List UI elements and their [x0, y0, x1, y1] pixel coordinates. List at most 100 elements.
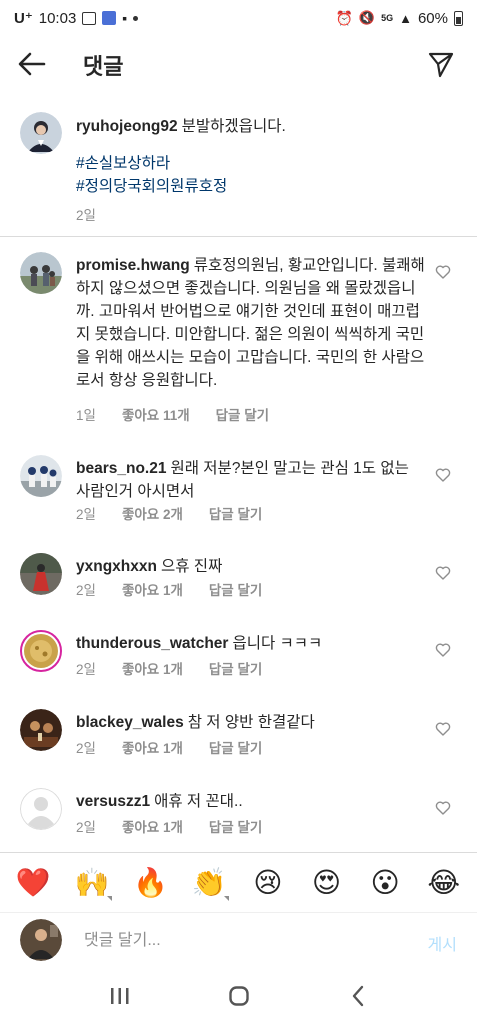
comment-body: bears_no.21 원래 저분?본인 말고는 관심 1도 없는 사람인거 아시…: [76, 457, 426, 503]
comment-time: 2일: [76, 507, 96, 522]
comment-body: thunderous_watcher 읍니다 ㅋㅋㅋ: [76, 632, 426, 655]
comment-username[interactable]: blackey_wales: [76, 714, 184, 731]
mute-icon: 🔇: [358, 10, 376, 25]
avatar[interactable]: [20, 252, 62, 294]
reply-button[interactable]: 답글 달기: [209, 737, 262, 757]
comment-username[interactable]: yxngxhxxn: [76, 558, 157, 575]
avatar[interactable]: [20, 630, 62, 672]
like-button[interactable]: [435, 721, 451, 737]
comment-meta: 2일 좋아요 1개 답글 달기: [76, 658, 262, 678]
comment-input[interactable]: [84, 929, 384, 953]
comment-username[interactable]: bears_no.21: [76, 460, 166, 477]
share-button[interactable]: [427, 50, 455, 78]
avatar[interactable]: [20, 788, 62, 830]
profile-photo-icon: [20, 112, 62, 154]
alarm-icon: ⏰: [335, 9, 353, 26]
like-button[interactable]: [435, 264, 451, 280]
post-button[interactable]: 게시: [428, 931, 457, 955]
comment-body: promise.hwang 류호정의원님, 황교안입니다. 불쾌해하지 않으셨으면…: [76, 254, 426, 392]
comment-time: 2일: [76, 662, 96, 677]
reply-button[interactable]: 답글 달기: [209, 658, 262, 678]
recent-apps-button[interactable]: [100, 976, 140, 1016]
back-nav-button[interactable]: [338, 976, 378, 1016]
comment-meta: 1일 좋아요 11개 답글 달기: [76, 404, 269, 424]
comment-time: 2일: [76, 820, 96, 835]
comment-likes[interactable]: 좋아요 2개: [122, 503, 183, 523]
like-button[interactable]: [435, 565, 451, 581]
comment-time: 1일: [76, 408, 96, 423]
crying-face-emoji-button[interactable]: 😢: [248, 863, 288, 903]
app-notification-icon: [102, 11, 117, 25]
comment-text: 류호정의원님, 황교안입니다. 불쾌해하지 않으셨으면 좋겠습니다. 의원님을 …: [76, 257, 425, 389]
status-right: ⏰ 🔇 5G ▲ 60%: [335, 10, 463, 27]
divider: [0, 236, 477, 237]
heart-outline-icon: [435, 265, 451, 279]
comment-meta: 2일 좋아요 1개 답글 달기: [76, 579, 262, 599]
avatar[interactable]: [20, 709, 62, 751]
comment-time: 2일: [76, 741, 96, 756]
clapping-hands-emoji-button[interactable]: 👏: [189, 863, 230, 903]
profile-photo-icon: [20, 709, 62, 751]
reply-button[interactable]: 답글 달기: [216, 404, 269, 424]
heart-outline-icon: [435, 801, 451, 815]
avatar[interactable]: [20, 455, 62, 497]
clapping-hands-emoji: 👏: [191, 866, 227, 899]
heart-outline-icon: [435, 566, 451, 580]
skin-tone-indicator-icon: [224, 895, 230, 901]
heart-eyes-emoji-button[interactable]: 😍: [306, 863, 346, 903]
comment-likes[interactable]: 좋아요 1개: [122, 658, 183, 678]
hashtag-link[interactable]: #손실보상하라: [76, 152, 456, 175]
avatar[interactable]: [20, 553, 62, 595]
comment-likes[interactable]: 좋아요 1개: [122, 579, 183, 599]
comment-text: 읍니다 ㅋㅋㅋ: [232, 635, 323, 652]
carrier-label: U⁺: [14, 10, 33, 27]
comment-likes[interactable]: 좋아요 1개: [122, 816, 183, 836]
comment-body: versuszz1 애휴 저 꼰대..: [76, 790, 426, 813]
like-button[interactable]: [435, 800, 451, 816]
comment-likes[interactable]: 좋아요 1개: [122, 737, 183, 757]
gallery-icon: [82, 11, 97, 25]
profile-photo-icon: [20, 252, 62, 294]
hashtag-link[interactable]: #정의당국회의원류호정: [76, 175, 456, 198]
status-left: U⁺ 10:03 ▪: [14, 9, 139, 27]
comment-username[interactable]: versuszz1: [76, 793, 150, 810]
home-button[interactable]: [219, 976, 259, 1016]
comment-input-bar: 게시: [0, 912, 477, 968]
battery-icon: [454, 10, 463, 26]
arrow-left-icon: [18, 52, 46, 76]
message-icon: ▪: [122, 10, 128, 26]
surprised-face-emoji-button[interactable]: 😮: [365, 863, 405, 903]
profile-photo-icon: [20, 553, 62, 595]
comment-likes[interactable]: 좋아요 11개: [122, 404, 190, 424]
post-caption: ryuhojeong92 분발하겠읍니다. #손실보상하라 #정의당국회의원류호정…: [0, 108, 477, 236]
comment-meta: 2일 좋아요 2개 답글 달기: [76, 503, 262, 523]
avatar: [20, 919, 62, 961]
like-button[interactable]: [435, 642, 451, 658]
comment-meta: 2일 좋아요 1개 답글 달기: [76, 816, 262, 836]
heart-emoji-button[interactable]: ❤️: [13, 863, 53, 903]
reply-button[interactable]: 답글 달기: [209, 579, 262, 599]
comment-username[interactable]: promise.hwang: [76, 257, 190, 274]
reply-button[interactable]: 답글 달기: [209, 503, 262, 523]
caption-text-block: ryuhojeong92 분발하겠읍니다. #손실보상하라 #정의당국회의원류호정: [76, 115, 456, 198]
caption-username[interactable]: ryuhojeong92: [76, 118, 178, 135]
profile-photo-icon: [20, 455, 62, 497]
more-notifications-icon: [133, 15, 139, 21]
like-button[interactable]: [435, 467, 451, 483]
chevron-left-icon: [352, 985, 363, 1007]
comment-body: yxngxhxxn 으휴 진짜: [76, 555, 426, 578]
comment-text: 으휴 진짜: [160, 558, 223, 575]
avatar[interactable]: [20, 112, 62, 154]
system-nav-bar: [0, 968, 477, 1024]
comment-username[interactable]: thunderous_watcher: [76, 635, 228, 652]
reply-button[interactable]: 답글 달기: [209, 816, 262, 836]
tears-of-joy-emoji-button[interactable]: 😂: [424, 863, 464, 903]
back-button[interactable]: [16, 50, 48, 78]
hashtag-list: #손실보상하라 #정의당국회의원류호정: [76, 152, 456, 198]
fire-emoji-button[interactable]: 🔥: [131, 863, 171, 903]
raised-hands-emoji-button[interactable]: 🙌: [72, 863, 112, 903]
comment-meta: 2일 좋아요 1개 답글 달기: [76, 737, 262, 757]
comment-text: 애휴 저 꼰대..: [154, 793, 243, 810]
comment-body: blackey_wales 참 저 양반 한결같다: [76, 711, 426, 734]
battery-percent: 60%: [417, 9, 448, 27]
